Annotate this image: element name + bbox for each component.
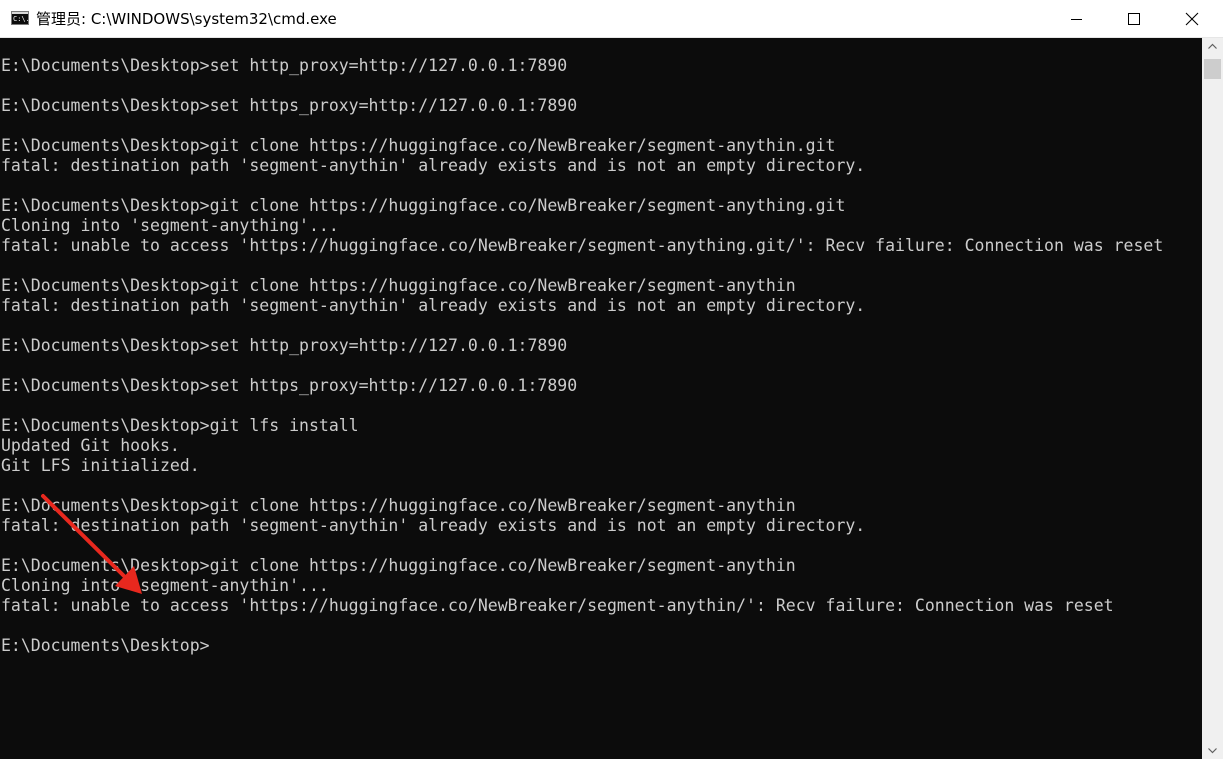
console-line: E:\Documents\Desktop>git clone https://h…	[1, 196, 846, 215]
console-line: E:\Documents\Desktop>git lfs install	[1, 416, 359, 435]
console-line: E:\Documents\Desktop>	[1, 636, 210, 655]
console-line: fatal: unable to access 'https://hugging…	[1, 236, 1164, 255]
console-line: fatal: destination path 'segment-anythin…	[1, 296, 866, 315]
cmd-icon-text: C:\.	[13, 15, 29, 23]
console-line: E:\Documents\Desktop>git clone https://h…	[1, 276, 796, 295]
maximize-button[interactable]	[1105, 0, 1163, 38]
scroll-down-button[interactable]	[1202, 742, 1223, 759]
cmd-window: C:\. 管理员: C:\WINDOWS\system32\cmd.exe E:…	[0, 0, 1223, 759]
minimize-icon	[1071, 19, 1082, 20]
chevron-up-icon	[1208, 43, 1217, 49]
console-line: E:\Documents\Desktop>git clone https://h…	[1, 556, 796, 575]
console-line: Cloning into 'segment-anything'...	[1, 216, 339, 235]
console-line: E:\Documents\Desktop>set https_proxy=htt…	[1, 96, 578, 115]
console-line: E:\Documents\Desktop>set http_proxy=http…	[1, 336, 568, 355]
chevron-down-icon	[1208, 748, 1217, 754]
minimize-button[interactable]	[1047, 0, 1105, 38]
console-line: Updated Git hooks.	[1, 436, 180, 455]
console-line: fatal: destination path 'segment-anythin…	[1, 516, 866, 535]
scroll-thumb[interactable]	[1204, 59, 1221, 79]
scroll-up-button[interactable]	[1202, 38, 1223, 55]
vertical-scrollbar[interactable]	[1202, 38, 1223, 759]
maximize-icon	[1128, 13, 1140, 25]
console-line: fatal: destination path 'segment-anythin…	[1, 156, 866, 175]
console-line: E:\Documents\Desktop>git clone https://h…	[1, 496, 796, 515]
window-title: 管理员: C:\WINDOWS\system32\cmd.exe	[36, 10, 337, 28]
title-bar[interactable]: C:\. 管理员: C:\WINDOWS\system32\cmd.exe	[0, 0, 1223, 38]
cmd-icon[interactable]: C:\.	[11, 11, 29, 25]
console-lines: E:\Documents\Desktop>set http_proxy=http…	[1, 56, 1163, 656]
console-line: Cloning into 'segment-anythin'...	[1, 576, 329, 595]
console-line: Git LFS initialized.	[1, 456, 200, 475]
close-button[interactable]	[1163, 0, 1221, 38]
close-icon	[1185, 12, 1199, 26]
console-line: fatal: unable to access 'https://hugging…	[1, 596, 1114, 615]
console-output[interactable]: E:\Documents\Desktop>set http_proxy=http…	[0, 38, 1202, 759]
console-line: E:\Documents\Desktop>set https_proxy=htt…	[1, 376, 578, 395]
console-line: E:\Documents\Desktop>set http_proxy=http…	[1, 56, 568, 75]
console-line: E:\Documents\Desktop>git clone https://h…	[1, 136, 836, 155]
